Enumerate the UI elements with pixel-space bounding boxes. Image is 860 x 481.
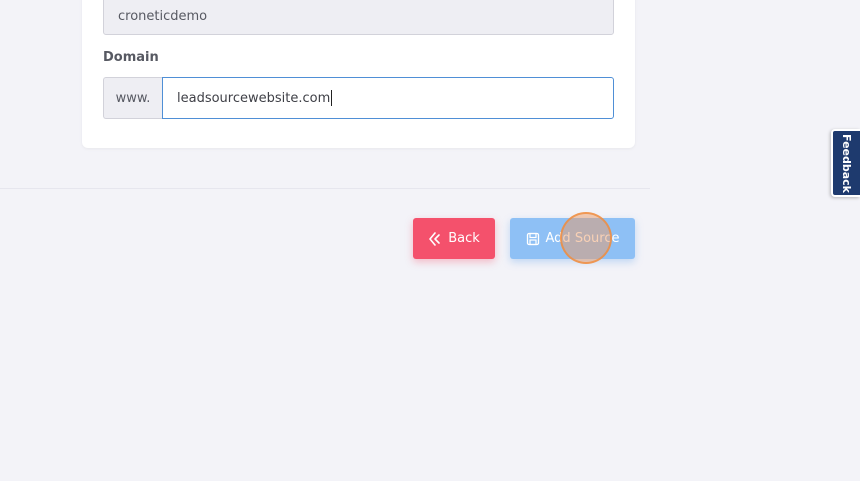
feedback-tab[interactable]: Feedback [831,129,860,197]
save-icon [526,232,540,246]
text-caret [331,90,333,106]
account-name-value: croneticdemo [118,8,208,24]
section-divider [0,188,650,189]
domain-input[interactable]: leadsourcewebsite.com [162,77,614,119]
domain-input-group: www. leadsourcewebsite.com [103,77,614,119]
feedback-tab-label: Feedback [840,133,853,193]
chevron-left-icon [428,231,442,246]
back-button-label: Back [448,231,480,246]
page: croneticdemo Domain www. leadsourcewebsi… [0,0,860,481]
domain-label: Domain [103,50,159,65]
back-button[interactable]: Back [413,218,495,259]
domain-prefix: www. [103,77,162,119]
domain-input-value: leadsourcewebsite.com [177,90,331,106]
account-name-field[interactable]: croneticdemo [103,0,614,35]
click-indicator [560,212,612,264]
